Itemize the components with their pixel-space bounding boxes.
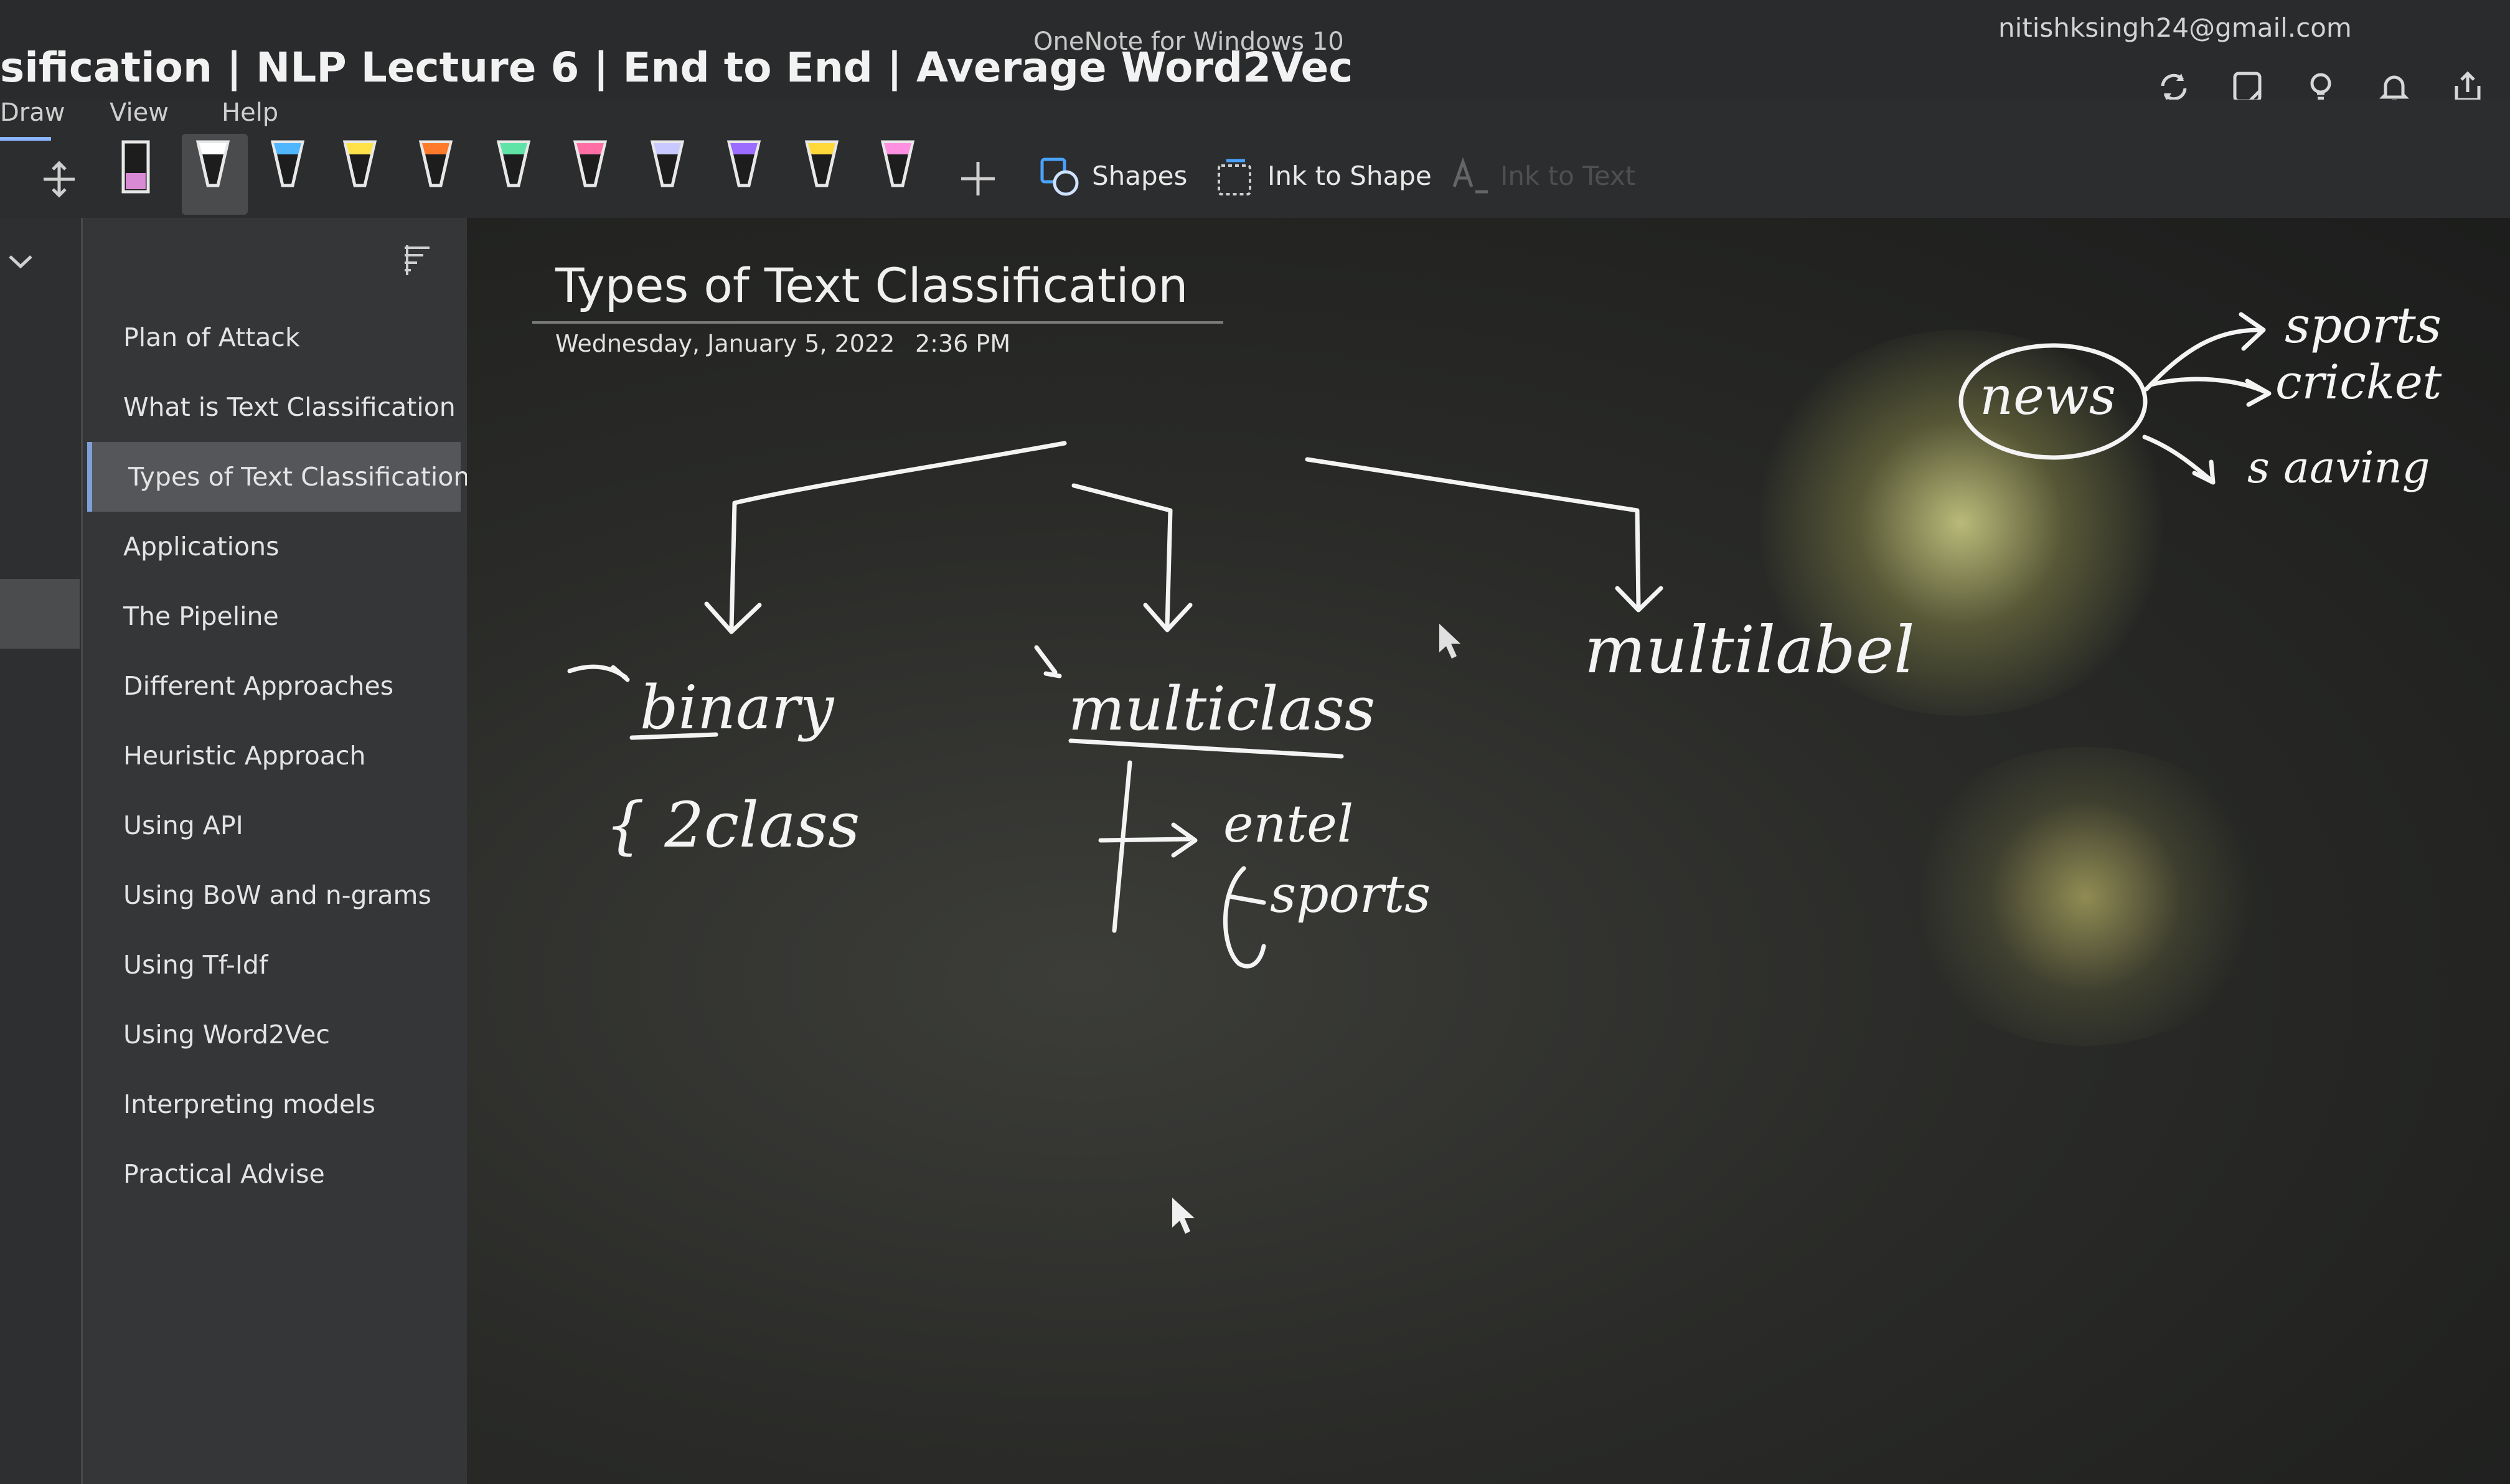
ink-two-class: { 2class: [605, 789, 860, 862]
mouse-pointer-icon: [1439, 624, 1460, 659]
multiclass-stem: [1112, 760, 1132, 933]
branch-right: [1305, 457, 1641, 609]
ink-news-cricket: cricket: [2275, 354, 2442, 410]
news-to-economy: [2142, 434, 2216, 485]
multiclass-pointer-arrow: [1034, 645, 1062, 679]
ink-news-sports: sports: [2285, 296, 2442, 354]
branch-middle: [1071, 483, 1173, 628]
ink-multilabel: multilabel: [1584, 612, 1915, 688]
ink-entertainment: entel: [1223, 795, 1353, 854]
ink-binary: binary: [640, 673, 835, 743]
news-to-cricket: [2148, 377, 2272, 407]
ink-layer: binary { 2class multiclass entel sports …: [567, 296, 2442, 1234]
binary-pointer-arrow: [567, 664, 630, 682]
ink-news: news: [1980, 365, 2116, 426]
multiclass-cross: [1098, 837, 1192, 843]
ink-multiclass: multiclass: [1068, 674, 1375, 744]
sports-hook-arrow: [1227, 894, 1266, 905]
sports-hook: [1223, 866, 1266, 969]
ink-sports: sports: [1270, 865, 1431, 924]
ink-news-economy: s aaving: [2247, 442, 2430, 493]
mouse-pointer-icon-2: [1172, 1198, 1195, 1234]
branch-left: [729, 441, 1067, 631]
